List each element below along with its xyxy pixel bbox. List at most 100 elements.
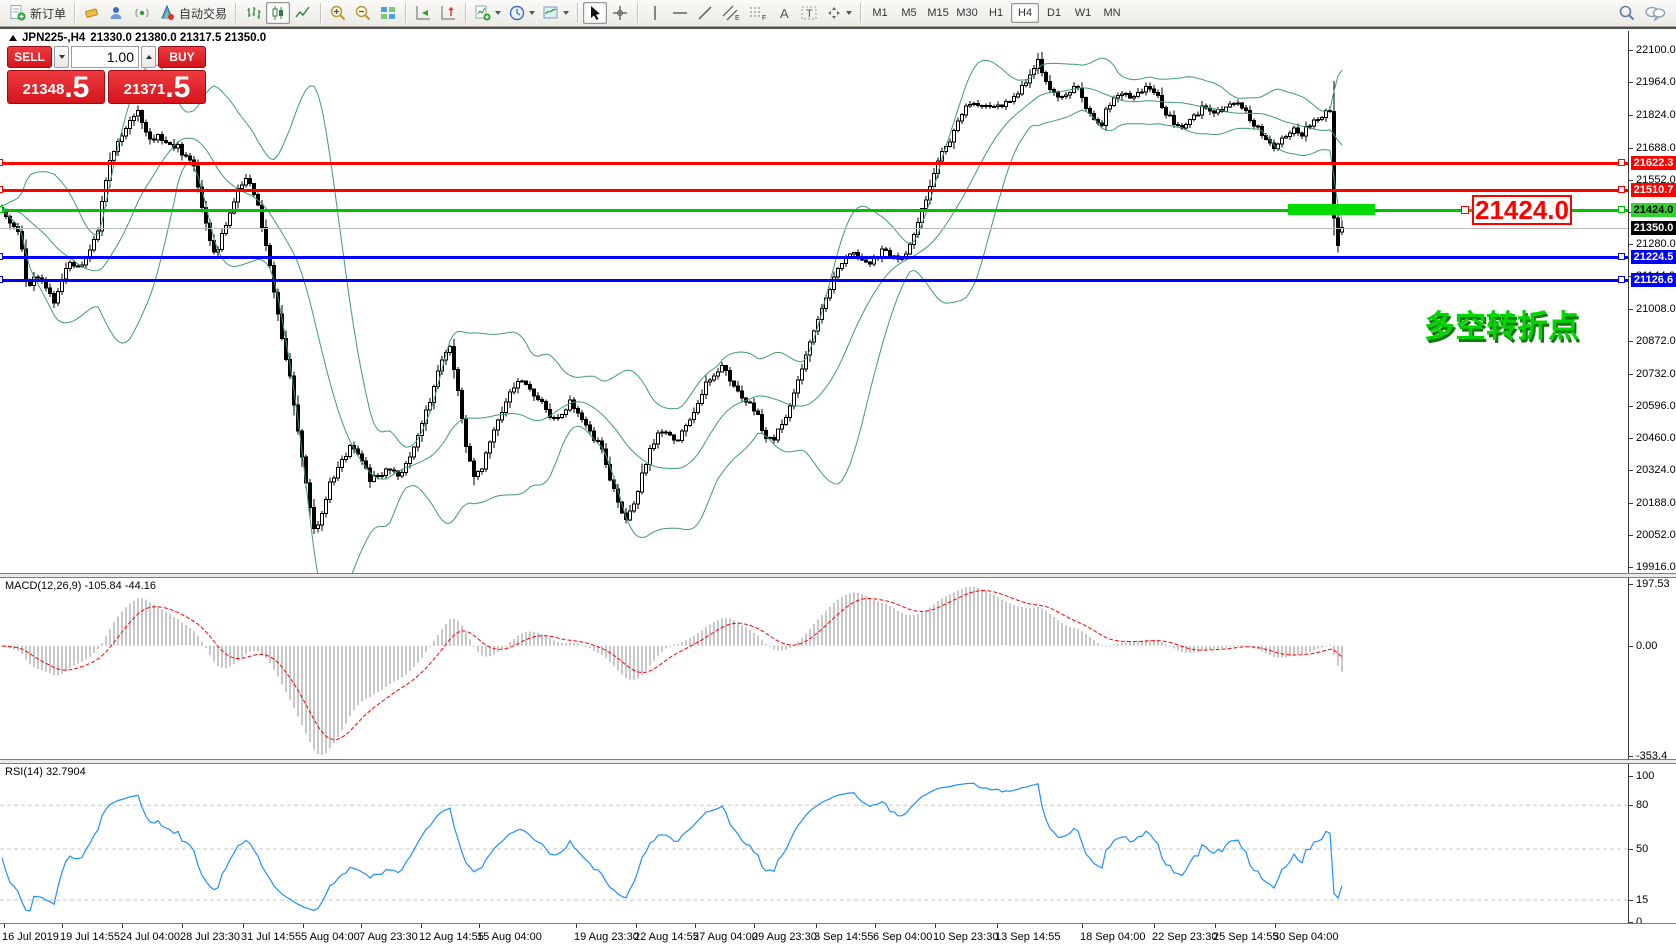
rsi-axis[interactable]: 1008050150 — [1628, 764, 1676, 923]
volume-input[interactable] — [71, 46, 139, 68]
time-axis-tick — [997, 924, 998, 928]
time-axis[interactable]: 16 Jul 201919 Jul 14:5524 Jul 04:0028 Ju… — [0, 923, 1676, 945]
time-axis-label: 18 Sep 04:00 — [1080, 931, 1145, 943]
zoom-out-icon — [354, 4, 372, 22]
price-axis-tick — [1629, 438, 1633, 439]
timeframe-group: M1M5M15M30H1H4D1W1MN — [866, 3, 1126, 23]
crosshair-tool-button[interactable] — [608, 2, 632, 24]
ohlc-values-label: 21330.0 21380.0 21317.5 21350.0 — [90, 32, 266, 44]
toolbar: 新订单 自动交易 — [0, 0, 1676, 27]
line-chart-button[interactable] — [291, 2, 315, 24]
support-highlight-rectangle[interactable] — [1288, 204, 1375, 215]
time-axis-tick — [754, 924, 755, 928]
price-level-badge: 21622.3 — [1631, 156, 1676, 170]
market-watch-button[interactable] — [80, 2, 104, 24]
timeframe-button-h1[interactable]: H1 — [982, 3, 1010, 23]
timeframe-button-d1[interactable]: D1 — [1040, 3, 1068, 23]
cursor-tool-button[interactable] — [583, 2, 607, 24]
buy-price-main: 21371 — [124, 78, 166, 102]
time-axis-label: 10 Sep 23:30 — [933, 931, 998, 943]
fibonacci-tool-button[interactable]: F — [745, 2, 771, 24]
time-axis-label: 5 Aug 04:00 — [301, 931, 360, 943]
profile-button[interactable] — [105, 2, 129, 24]
candlestick-chart — [0, 31, 1628, 573]
price-axis-tick — [1629, 567, 1633, 568]
buy-price-box[interactable]: 21371.5 — [108, 70, 206, 104]
signals-icon — [133, 4, 151, 22]
sell-button[interactable]: SELL — [7, 46, 52, 68]
channel-tool-button[interactable]: E — [718, 2, 744, 24]
zoom-out-button[interactable] — [351, 2, 375, 24]
sell-price-box[interactable]: 21348.5 — [7, 70, 105, 104]
sell-price-pips: .5 — [64, 74, 89, 102]
rsi-axis-label: 100 — [1636, 770, 1654, 782]
price-pane[interactable] — [0, 31, 1628, 573]
time-axis-tick — [1215, 924, 1216, 928]
timeframe-button-m30[interactable]: M30 — [953, 3, 981, 23]
auto-scroll-button[interactable] — [411, 2, 435, 24]
timeframe-button-w1[interactable]: W1 — [1069, 3, 1097, 23]
price-axis[interactable]: 22100.021964.021824.021688.021552.021416… — [1628, 31, 1676, 573]
time-axis-tick — [421, 924, 422, 928]
dropdown-caret-icon — [846, 11, 852, 15]
indicators-button[interactable] — [471, 2, 504, 24]
text-tool-button[interactable]: A — [772, 2, 796, 24]
new-order-button[interactable]: 新订单 — [6, 2, 69, 24]
timeframe-button-mn[interactable]: MN — [1098, 3, 1126, 23]
text-icon: A — [775, 4, 793, 22]
price-axis-tick — [1629, 535, 1633, 536]
toolbar-separator — [465, 3, 466, 23]
chart-window: JPN225-,H4 21330.0 21380.0 21317.5 21350… — [0, 27, 1676, 945]
signals-button[interactable] — [130, 2, 154, 24]
timeframe-button-m1[interactable]: M1 — [866, 3, 894, 23]
auto-trading-label: 自动交易 — [179, 5, 227, 22]
templates-icon — [542, 4, 560, 22]
turning-point-annotation[interactable]: 多空转折点 — [1424, 301, 1579, 346]
label-tool-button[interactable]: T — [797, 2, 821, 24]
cursor-icon — [586, 4, 604, 22]
timeframe-button-h4[interactable]: H4 — [1011, 3, 1039, 23]
buy-price-pips: .5 — [165, 74, 190, 102]
zoom-in-button[interactable] — [326, 2, 350, 24]
collapse-icon[interactable] — [9, 35, 17, 41]
templates-button[interactable] — [539, 2, 572, 24]
symbol-period-label: JPN225-,H4 — [22, 32, 85, 44]
rsi-pane[interactable] — [0, 764, 1628, 923]
bar-chart-button[interactable] — [241, 2, 265, 24]
buy-button[interactable]: BUY — [158, 46, 206, 68]
chat-icon[interactable] — [1644, 4, 1666, 22]
new-order-label: 新订单 — [30, 5, 66, 22]
auto-trading-button[interactable]: 自动交易 — [155, 2, 230, 24]
vertical-line-icon — [646, 4, 664, 22]
tile-windows-icon — [379, 4, 397, 22]
macd-pane[interactable] — [0, 578, 1628, 759]
macd-axis[interactable]: 197.530.00-353.4 — [1628, 578, 1676, 759]
time-axis-label: 3 Sep 14:55 — [814, 931, 873, 943]
timeframe-button-m5[interactable]: M5 — [895, 3, 923, 23]
dropdown-caret-icon — [495, 11, 501, 15]
volume-increase-button[interactable] — [141, 46, 156, 68]
time-axis-label: 12 Aug 14:55 — [419, 931, 484, 943]
price-axis-label: 20324.0 — [1636, 464, 1676, 476]
equidistant-channel-icon: E — [721, 4, 741, 22]
price-axis-label: 20732.0 — [1636, 368, 1676, 380]
vertical-line-tool-button[interactable] — [643, 2, 667, 24]
trendline-tool-button[interactable] — [693, 2, 717, 24]
price-level-badge: 21224.5 — [1631, 250, 1676, 264]
price-axis-label: 20052.0 — [1636, 529, 1676, 541]
search-icon[interactable] — [1618, 4, 1636, 22]
price-axis-label: 21824.0 — [1636, 109, 1676, 121]
price-axis-tick — [1629, 341, 1633, 342]
chart-shift-button[interactable] — [436, 2, 460, 24]
horizontal-line-tool-button[interactable] — [668, 2, 692, 24]
price-note-box[interactable]: 21424.0 — [1472, 195, 1572, 225]
volume-decrease-button[interactable] — [54, 46, 69, 68]
candle-chart-button[interactable] — [266, 2, 290, 24]
tile-windows-button[interactable] — [376, 2, 400, 24]
shapes-tool-button[interactable] — [822, 2, 855, 24]
price-axis-label: 20596.0 — [1636, 400, 1676, 412]
price-level-badge: 21510.7 — [1631, 183, 1676, 197]
timeframe-button-m15[interactable]: M15 — [924, 3, 952, 23]
periods-button[interactable] — [505, 2, 538, 24]
price-axis-label: 19916.0 — [1636, 561, 1676, 573]
